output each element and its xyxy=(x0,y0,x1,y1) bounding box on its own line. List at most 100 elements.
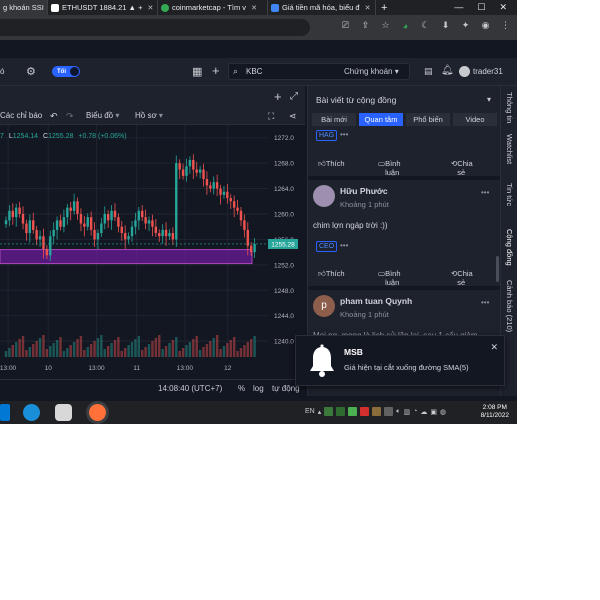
undo-icon[interactable]: ↶ xyxy=(50,111,58,122)
tab-popular[interactable]: Phổ biến xyxy=(406,113,450,126)
share-button[interactable]: ⟲ Chia sẻ xyxy=(451,269,473,287)
tray-app-icon[interactable] xyxy=(360,407,370,416)
chat-icon[interactable]: ▤ xyxy=(424,66,433,77)
profile-menu[interactable]: Hồ sơ xyxy=(135,111,163,120)
menu-icon[interactable]: ⋮ xyxy=(500,20,511,31)
tab-following[interactable]: Quan tâm xyxy=(359,113,403,126)
percent-scale-button[interactable]: % xyxy=(238,384,245,393)
expand-icon[interactable]: ⤢ xyxy=(290,91,298,102)
username[interactable]: trader31 xyxy=(473,67,503,76)
market-select[interactable]: Chứng khoán xyxy=(344,67,399,76)
close-icon[interactable]: ✕ xyxy=(251,4,257,12)
tab-newest[interactable]: Bài mới xyxy=(312,113,356,126)
search-input[interactable] xyxy=(246,67,336,76)
scrollbar[interactable] xyxy=(496,256,499,282)
alert-toast[interactable]: MSB Giá hiện tại cắt xuống đường SMA(5) … xyxy=(295,335,505,386)
share-button[interactable]: ⟲ Chia sẻ xyxy=(451,159,473,177)
share-icon[interactable]: ⋖ xyxy=(289,111,297,122)
close-icon[interactable]: ✕ xyxy=(490,342,498,353)
system-tray: EN ▴ 🔈︎ ▥ ◔ ☁ ▣ ◍ xyxy=(305,407,446,416)
edge-icon[interactable] xyxy=(23,404,40,421)
system-clock[interactable]: 2:08 PM 8/11/2022 xyxy=(481,404,509,420)
tray-app-icon[interactable] xyxy=(324,407,334,416)
minimize-button[interactable]: — xyxy=(454,2,463,13)
ticker-tag[interactable]: HAG xyxy=(316,130,338,141)
close-icon[interactable]: ✕ xyxy=(365,4,371,12)
star-icon[interactable]: ☆ xyxy=(380,20,391,31)
chart-menu[interactable]: Biểu đồ xyxy=(86,111,119,120)
more-icon[interactable]: ••• xyxy=(481,298,489,307)
bell-icon[interactable]: 🔔︎ xyxy=(441,65,454,76)
side-tab-alerts[interactable]: Cảnh báo (210) xyxy=(505,280,514,332)
tray-app-icon[interactable] xyxy=(372,407,382,416)
candle-body xyxy=(141,210,144,218)
language-indicator[interactable]: EN xyxy=(305,408,315,415)
cast-icon[interactable]: ⎚ xyxy=(340,20,351,31)
post-author[interactable]: pham tuan Quynh xyxy=(340,296,412,306)
redo-icon[interactable]: ↷ xyxy=(66,111,74,122)
side-tab-community[interactable]: Cộng đồng xyxy=(505,229,514,266)
tray-chevron-icon[interactable]: ▴ xyxy=(318,408,322,416)
tray-app-icon[interactable] xyxy=(336,407,346,416)
like-button[interactable]: 👍︎ Thích xyxy=(318,269,345,279)
tray-app-icon[interactable]: ☁ xyxy=(420,408,427,416)
price-chart[interactable]: 1272.01268.01264.01260.01256.01252.01248… xyxy=(0,125,305,379)
add-chart-icon[interactable]: + xyxy=(274,89,282,104)
avatar[interactable] xyxy=(313,185,335,207)
tray-app-icon[interactable]: ◔ xyxy=(413,408,417,415)
add-icon[interactable]: + xyxy=(212,63,220,78)
tray-app-icon[interactable] xyxy=(384,407,394,416)
gear-icon[interactable]: ⚙ xyxy=(26,65,36,78)
post-author[interactable]: Hữu Phước xyxy=(340,186,388,196)
account-icon[interactable]: ◉ xyxy=(480,20,491,31)
browser-tab-2[interactable]: ETHUSDT 1884.21 ▲ + ✕ xyxy=(48,0,158,15)
more-icon[interactable]: ••• xyxy=(340,241,348,250)
like-button[interactable]: 👍︎ Thích xyxy=(318,159,345,169)
indicators-button[interactable]: Các chỉ báo xyxy=(0,111,42,120)
network-icon[interactable]: ▥ xyxy=(403,408,410,416)
comment-button[interactable]: ▭ Bình luận xyxy=(378,159,401,177)
panel-tabs: Bài mới Quan tâm Phổ biến Video xyxy=(312,113,497,126)
share-icon[interactable]: ⇪ xyxy=(360,20,371,31)
avatar[interactable]: p xyxy=(313,295,335,317)
log-scale-button[interactable]: log xyxy=(253,384,264,393)
browser-tab-1[interactable]: g khoán SSI ✕ xyxy=(0,0,48,15)
candle-body xyxy=(130,226,134,237)
more-icon[interactable]: ••• xyxy=(340,130,348,139)
browser-tab-4[interactable]: Giá tiền mã hóa, biểu đ ✕ xyxy=(268,0,376,15)
tab-video[interactable]: Video xyxy=(453,113,497,126)
firefox-icon[interactable] xyxy=(89,404,106,421)
maximize-button[interactable]: ☐ xyxy=(477,2,485,13)
tray-app-icon[interactable]: ◍ xyxy=(440,408,446,416)
side-tab-watchlist[interactable]: Watchlist xyxy=(505,134,514,164)
address-field[interactable] xyxy=(0,19,310,36)
side-tab-info[interactable]: Thông tin xyxy=(505,92,514,123)
side-tab-news[interactable]: Tin tức xyxy=(505,183,514,206)
new-tab-button[interactable]: + xyxy=(376,2,392,14)
download-icon[interactable]: ⬇ xyxy=(440,20,451,31)
candle-body xyxy=(93,229,96,240)
ticker-tag[interactable]: CEO xyxy=(316,241,338,252)
more-icon[interactable]: ••• xyxy=(481,188,489,197)
avatar[interactable] xyxy=(459,66,470,77)
y-tick-label: 1268.0 xyxy=(274,161,294,168)
chevron-down-icon[interactable]: ▾ xyxy=(487,95,491,104)
theme-toggle[interactable]: Tối xyxy=(52,66,80,77)
paint-icon[interactable] xyxy=(55,404,72,421)
tray-app-icon[interactable]: ▣ xyxy=(430,408,437,416)
comment-button[interactable]: ▭ Bình luận xyxy=(378,269,401,287)
browser-tab-3[interactable]: coinmarketcap - Tìm v ✕ xyxy=(158,0,268,15)
volume-icon[interactable]: 🔈︎ xyxy=(396,408,400,416)
timezone-label[interactable]: 14:08:40 (UTC+7) xyxy=(158,384,222,393)
puzzle-icon[interactable]: ✦ xyxy=(460,20,471,31)
panel-title[interactable]: Bài viết từ cộng đồng xyxy=(316,95,396,105)
tray-app-icon[interactable] xyxy=(348,407,358,416)
app-icon-1[interactable] xyxy=(0,404,10,421)
fullscreen-icon[interactable]: ⛶ xyxy=(268,111,274,122)
language-selector[interactable]: ó xyxy=(0,67,4,76)
layout-grid-icon[interactable]: ▦ xyxy=(192,65,202,78)
close-window-button[interactable]: ✕ xyxy=(499,2,507,13)
extension-green-icon[interactable]: ◕ xyxy=(400,21,411,31)
close-icon[interactable]: ✕ xyxy=(147,4,153,12)
moon-icon[interactable]: ☾ xyxy=(420,20,431,31)
